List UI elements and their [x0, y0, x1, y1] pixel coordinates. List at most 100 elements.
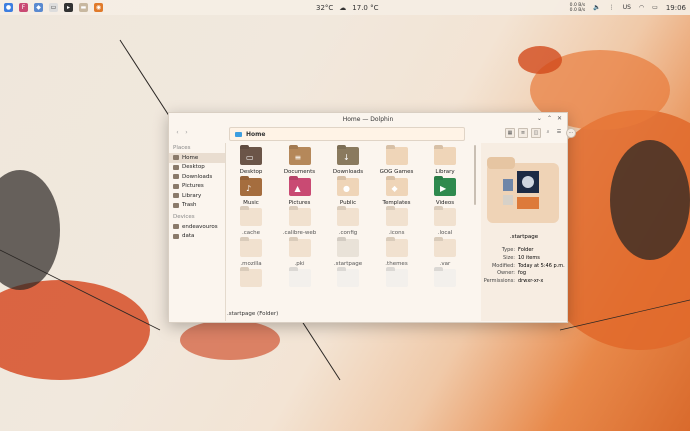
info-row: Type: Folder: [483, 247, 565, 255]
launcher-icon[interactable]: ●: [4, 3, 13, 12]
folder-icon: [337, 269, 359, 287]
folder-icon: [434, 208, 456, 226]
scrollbar[interactable]: [474, 145, 476, 205]
folder-icon: [434, 147, 456, 165]
sidebar-item-endeavouros[interactable]: endeavouros: [169, 222, 225, 232]
sidebar-item-data[interactable]: data: [169, 232, 225, 242]
minimize-icon[interactable]: ⌄: [537, 115, 542, 122]
sidebar-item-downloads[interactable]: Downloads: [169, 172, 225, 182]
sidebar-item-pictures[interactable]: Pictures: [169, 182, 225, 192]
folder-icon: ♪: [240, 177, 262, 196]
folder-icon[interactable]: ▬: [79, 3, 88, 12]
file-item[interactable]: [373, 269, 421, 305]
info-value: Folder: [518, 247, 534, 253]
file-label: GOG Games: [379, 169, 414, 175]
home-folder-icon: [235, 131, 242, 137]
details-view-icon[interactable]: ≡: [518, 128, 528, 138]
sidebar-item-home[interactable]: Home: [169, 153, 225, 163]
file-label: Music: [243, 199, 259, 206]
file-label: .var: [439, 260, 451, 267]
file-label: .themes: [385, 260, 408, 267]
weather-icon: ☁: [339, 3, 347, 12]
clock[interactable]: 19:06: [666, 4, 686, 12]
folder-emblem-icon: ▭: [246, 153, 254, 162]
net-down: 0.0 B/s: [569, 7, 586, 13]
file-label: Desktop: [239, 169, 263, 175]
info-value: Today at 5:46 p.m.: [518, 262, 565, 269]
info-key: Size:: [503, 254, 515, 261]
window-titlebar[interactable]: Home — Dolphin ⌄ ⌃ ✕: [169, 113, 567, 125]
folder-emblem-icon: ↓: [343, 153, 350, 162]
menu-icon[interactable]: ☰: [555, 128, 563, 136]
sidebar-item-library[interactable]: Library: [169, 191, 225, 201]
folder-icon: ●: [337, 177, 359, 196]
forward-icon[interactable]: ›: [182, 129, 191, 136]
folder-icon: [240, 269, 262, 287]
folder-icon: ◆: [385, 177, 408, 196]
files-icon[interactable]: ▭: [49, 3, 58, 12]
folder-icon: [288, 208, 311, 226]
info-key: Owner:: [497, 270, 515, 277]
location-bar[interactable]: Home: [229, 127, 465, 141]
firefox-icon[interactable]: ◉: [94, 3, 103, 12]
folder-icon: [337, 238, 359, 257]
folder-emblem-icon: ≡: [294, 153, 302, 162]
terminal-icon[interactable]: ▸: [64, 3, 73, 12]
info-key: Type:: [501, 247, 515, 253]
sidebar-item-desktop[interactable]: Desktop: [169, 163, 225, 173]
file-item[interactable]: [324, 269, 372, 305]
folder-emblem-icon: ◆: [391, 183, 398, 193]
file-label: .startpage: [333, 260, 363, 267]
file-label: .pki: [294, 260, 305, 267]
panel-divider[interactable]: [225, 143, 226, 321]
devices-header: Devices: [173, 214, 195, 220]
file-label: .calibre-web: [282, 230, 317, 236]
sidebar-item-label: Desktop: [182, 164, 205, 171]
dolphin-window: Home — Dolphin ⌄ ⌃ ✕ ‹ › › Home ▦ ≡ ◫ ⌕ …: [168, 112, 576, 323]
close-icon[interactable]: ✕: [557, 115, 562, 122]
keyboard-layout[interactable]: US: [623, 4, 631, 11]
folder-icon: ▲: [288, 177, 311, 196]
info-filename: .startpage: [509, 234, 539, 240]
maximize-icon[interactable]: ⌃: [547, 115, 552, 122]
file-item[interactable]: [276, 269, 324, 305]
folder-icon: [385, 238, 408, 257]
sidebar-item-label: Downloads: [182, 173, 213, 180]
sidebar-item-label: Trash: [182, 202, 197, 209]
search-icon[interactable]: ⌕: [544, 128, 552, 136]
sidebar-item-trash[interactable]: Trash: [169, 201, 225, 211]
file-label: Public: [339, 199, 357, 206]
file-label: Documents: [283, 169, 316, 175]
more-icon[interactable]: ⋯: [566, 128, 576, 138]
places-panel: Places Home Desktop Downloads Pictures Libra…: [169, 143, 225, 321]
folder-icon: ↓: [337, 147, 359, 165]
info-row: Size: 10 items: [483, 255, 565, 263]
file-item[interactable]: [421, 269, 469, 305]
volume-icon[interactable]: 🔈: [593, 4, 600, 11]
info-value: drwxr-xr-x: [518, 278, 544, 285]
sidebar-item-icon: [173, 174, 179, 180]
folder-icon: [288, 269, 311, 287]
wifi-icon[interactable]: ◠: [639, 4, 644, 11]
top-panel: ● F ◆ ▭ ▸ ▬ ◉ 32°C ☁ 17.0 °C 0.0 B/s 0.0…: [0, 0, 690, 15]
folder-preview: [487, 157, 559, 223]
app-icon[interactable]: ◆: [34, 3, 43, 12]
grid-icon[interactable]: ⋮: [609, 4, 615, 11]
weather-temp: 17.0 °C: [352, 3, 379, 12]
folder-emblem-icon: ♪: [246, 183, 252, 193]
file-item[interactable]: [227, 269, 275, 305]
file-label: Library: [435, 169, 455, 175]
folder-icon: [240, 208, 262, 226]
folder-icon: [385, 208, 408, 226]
file-view: ▭ Desktop ≡ Documents ↓ Downloads GOG Games Lib…: [227, 147, 475, 307]
split-view-icon[interactable]: ◫: [531, 128, 541, 138]
icons-view-icon[interactable]: ▦: [505, 128, 515, 138]
folder-icon: ▶: [434, 177, 456, 196]
location-label: Home: [246, 130, 266, 138]
app-f-icon[interactable]: F: [19, 3, 28, 12]
info-key: Modified:: [491, 262, 515, 269]
folder-icon: ≡: [288, 147, 311, 165]
sidebar-item-icon: [173, 202, 179, 208]
battery-icon[interactable]: ▭: [652, 4, 658, 11]
back-icon[interactable]: ‹: [173, 129, 182, 136]
